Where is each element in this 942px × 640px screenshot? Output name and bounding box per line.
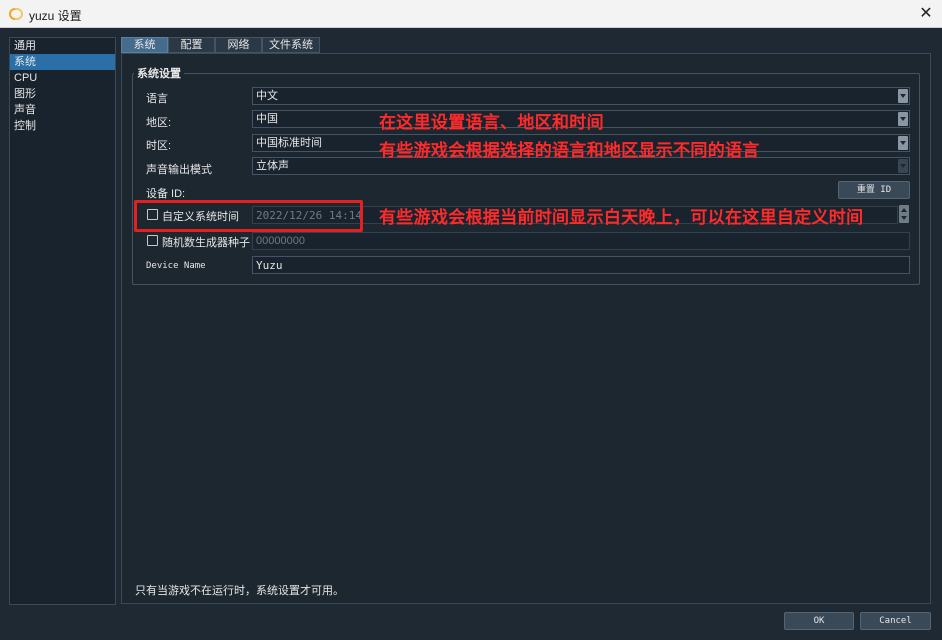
sound-mode-label: 声音输出模式 xyxy=(146,164,212,176)
tab-network[interactable]: 网络 xyxy=(215,37,262,53)
language-value: 中文 xyxy=(256,90,278,102)
regenerate-id-button[interactable]: 重置 ID xyxy=(838,181,910,199)
annotation-highlight-box xyxy=(134,200,363,232)
chevron-down-icon xyxy=(898,89,908,103)
timezone-label: 时区: xyxy=(146,140,172,152)
sidebar-item-system[interactable]: 系统 xyxy=(10,54,115,70)
title-bar: yuzu 设置 ✕ xyxy=(0,0,942,28)
tab-filesystem[interactable]: 文件系统 xyxy=(262,37,320,53)
rng-seed-input[interactable]: 00000000 xyxy=(252,232,910,250)
annotation-custom-time: 有些游戏会根据当前时间显示白天晚上，可以在这里自定义时间 xyxy=(379,208,864,227)
rng-seed-label[interactable]: 随机数生成器种子 xyxy=(162,234,250,250)
yuzu-logo-icon xyxy=(8,6,24,22)
device-name-label: Device Name xyxy=(146,261,206,271)
window-title: yuzu 设置 xyxy=(29,9,82,23)
close-button[interactable]: ✕ xyxy=(910,0,942,28)
device-name-input[interactable]: Yuzu xyxy=(252,256,910,274)
device-id-label: 设备 ID: xyxy=(146,188,186,200)
rng-seed-checkbox[interactable] xyxy=(147,235,158,246)
language-label: 语言 xyxy=(146,93,168,105)
tab-system[interactable]: 系统 xyxy=(121,37,168,53)
annotation-language-region-time: 在这里设置语言、地区和时间 xyxy=(379,113,604,132)
settings-category-list: 通用 系统 CPU 图形 声音 控制 xyxy=(9,37,116,605)
region-value: 中国 xyxy=(256,113,278,125)
cancel-button[interactable]: Cancel xyxy=(860,612,931,630)
annotation-language-by-region: 有些游戏会根据选择的语言和地区显示不同的语言 xyxy=(379,141,760,160)
time-spinner[interactable] xyxy=(899,205,909,223)
region-label: 地区: xyxy=(146,117,172,129)
sidebar-item-controls[interactable]: 控制 xyxy=(10,118,115,134)
availability-note: 只有当游戏不在运行时，系统设置才可用。 xyxy=(135,585,344,597)
sidebar-item-audio[interactable]: 声音 xyxy=(10,102,115,118)
chevron-down-icon xyxy=(898,112,908,126)
sidebar-item-general[interactable]: 通用 xyxy=(10,38,115,54)
sidebar-item-graphics[interactable]: 图形 xyxy=(10,86,115,102)
sidebar-item-cpu[interactable]: CPU xyxy=(10,70,115,86)
language-select[interactable]: 中文 xyxy=(252,87,910,105)
tab-profiles[interactable]: 配置 xyxy=(168,37,215,53)
chevron-down-icon xyxy=(898,136,908,150)
chevron-down-icon xyxy=(898,159,908,173)
sound-mode-value: 立体声 xyxy=(256,160,289,172)
timezone-value: 中国标准时间 xyxy=(256,137,322,149)
group-title: 系统设置 xyxy=(134,65,184,81)
ok-button[interactable]: OK xyxy=(784,612,854,630)
